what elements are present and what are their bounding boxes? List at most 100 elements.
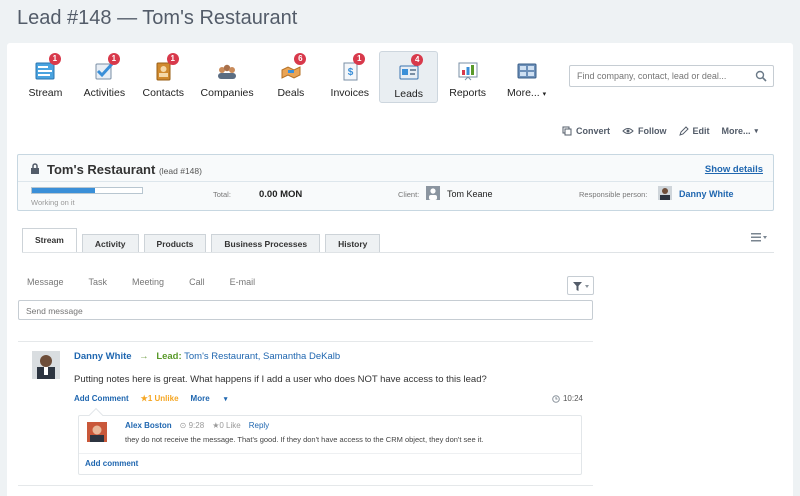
add-comment-link[interactable]: Add Comment <box>74 394 129 403</box>
nav-label-more: More... ▾ <box>497 87 556 99</box>
nav-item-more[interactable]: More... ▾ <box>497 51 556 103</box>
convert-icon <box>562 126 572 136</box>
nav-label-stream: Stream <box>28 87 63 99</box>
chevron-down-icon: ▾ <box>223 396 228 403</box>
post-author[interactable]: Danny White <box>74 351 132 362</box>
more-icon <box>517 63 537 79</box>
nav-label-companies: Companies <box>200 87 254 99</box>
deals-badge: 6 <box>294 53 307 65</box>
page-title: Lead #148 — Tom's Restaurant <box>17 7 298 29</box>
svg-text:$: $ <box>348 67 354 78</box>
nav-item-companies[interactable]: Companies <box>193 51 262 103</box>
post-more-text: More <box>190 394 210 403</box>
status-label: Working on it <box>31 198 75 207</box>
main-card: 1 Stream 1 Activities 1 Contacts Compani… <box>7 43 793 496</box>
comment-text: they do not receive the message. That's … <box>125 435 484 444</box>
composer-tab-message[interactable]: Message <box>27 277 64 287</box>
menu-icon[interactable] <box>751 231 767 243</box>
nav-label-contacts: Contacts <box>142 87 184 99</box>
nav-item-activities[interactable]: 1 Activities <box>75 51 134 103</box>
add-comment-bottom-link[interactable]: Add comment <box>85 459 138 468</box>
post-lead-link[interactable]: Tom's Restaurant, Samantha DeKalb <box>184 351 340 362</box>
feed-divider <box>18 341 593 342</box>
composer-tab-meeting[interactable]: Meeting <box>132 277 164 287</box>
post-more-link[interactable]: More ▾ <box>191 394 240 403</box>
arrow-right-icon: → <box>139 351 149 362</box>
convert-button[interactable]: Convert <box>562 126 610 136</box>
client-value[interactable]: Tom Keane <box>447 189 493 199</box>
avatar[interactable] <box>87 422 107 442</box>
filter-icon <box>573 282 589 291</box>
eye-icon <box>622 128 634 134</box>
composer-tab-email[interactable]: E-mail <box>230 277 256 287</box>
responsible-value[interactable]: Danny White <box>679 189 734 199</box>
reply-link[interactable]: Reply <box>249 421 269 430</box>
post-time-value: 10:24 <box>562 394 583 403</box>
lead-tabs: Stream Activity Products Business Proces… <box>22 228 385 252</box>
status-progress-bar[interactable] <box>31 187 143 194</box>
search-input[interactable] <box>570 66 750 86</box>
comment-divider <box>79 453 581 454</box>
activities-badge: 1 <box>107 53 120 65</box>
comment-like-link[interactable]: ★0 Like <box>212 421 241 430</box>
lead-actions: Convert Follow Edit More... ▾ <box>550 126 758 136</box>
client-avatar-icon <box>426 186 440 200</box>
top-navigation: 1 Stream 1 Activities 1 Contacts Compani… <box>16 51 556 105</box>
progress-fill <box>32 188 95 193</box>
post-header: Danny White → Lead: Tom's Restaurant, Sa… <box>74 351 340 362</box>
tab-activity[interactable]: Activity <box>81 234 139 252</box>
follow-button[interactable]: Follow <box>622 126 667 136</box>
send-message-input[interactable] <box>19 302 592 320</box>
composer-tab-call[interactable]: Call <box>189 277 205 287</box>
nav-more-text: More... <box>506 87 540 99</box>
feed-bottom-divider <box>18 485 593 486</box>
nav-item-deals[interactable]: 6 Deals <box>261 51 320 103</box>
nav-item-reports[interactable]: Reports <box>438 51 497 103</box>
responsible-label: Responsible person: <box>579 190 648 199</box>
nav-item-contacts[interactable]: 1 Contacts <box>134 51 193 103</box>
lead-summary: Tom's Restaurant (lead #148) Show detail… <box>17 154 774 211</box>
composer-tab-task[interactable]: Task <box>89 277 108 287</box>
edit-label: Edit <box>692 126 710 136</box>
nav-item-invoices[interactable]: $ 1 Invoices <box>320 51 379 103</box>
lead-title: Tom's Restaurant (lead #148) <box>47 162 202 177</box>
search-icon[interactable] <box>755 70 767 82</box>
avatar[interactable] <box>32 351 60 379</box>
unlike-link[interactable]: ★1 Unlike <box>141 394 179 403</box>
filter-button[interactable] <box>567 276 594 295</box>
total-label: Total: <box>213 190 231 199</box>
nav-label-reports: Reports <box>449 87 487 99</box>
comments-caret <box>88 407 104 423</box>
nav-label-invoices: Invoices <box>330 87 370 99</box>
comments-block: Alex Boston ⊙ 9:28 ★0 Like Reply they do… <box>78 407 582 475</box>
more-actions-button[interactable]: More... ▾ <box>722 126 759 136</box>
tab-business-processes[interactable]: Business Processes <box>211 234 321 252</box>
show-details-link[interactable]: Show details <box>705 164 763 175</box>
tab-history[interactable]: History <box>325 234 381 252</box>
composer-tabs: Message Task Meeting Call E-mail <box>27 277 280 287</box>
lead-header: Tom's Restaurant (lead #148) Show detail… <box>18 155 773 182</box>
chevron-down-icon: ▾ <box>754 128 759 135</box>
send-message-field[interactable] <box>18 300 593 320</box>
nav-label-leads: Leads <box>394 88 424 100</box>
global-search[interactable] <box>569 65 774 87</box>
chevron-down-icon: ▾ <box>542 91 547 98</box>
comment-author[interactable]: Alex Boston <box>125 421 172 430</box>
tab-products[interactable]: Products <box>143 234 207 252</box>
clock-icon <box>552 394 560 403</box>
post-lead-label: Lead: <box>156 351 182 362</box>
post-actions: Add Comment ★1 Unlike More ▾ <box>74 394 251 403</box>
tabs-divider <box>22 252 774 253</box>
post-text: Putting notes here is great. What happen… <box>74 374 487 385</box>
companies-icon <box>218 64 237 79</box>
nav-item-leads[interactable]: 4 Leads <box>379 51 439 103</box>
reports-icon <box>458 62 478 81</box>
contacts-badge: 1 <box>166 53 179 65</box>
post-time: 10:24 <box>552 394 583 403</box>
more-actions-label: More... <box>721 126 751 136</box>
nav-item-stream[interactable]: 1 Stream <box>16 51 75 103</box>
tab-stream[interactable]: Stream <box>22 228 77 252</box>
lead-name: Tom's Restaurant <box>47 162 156 177</box>
comment-header: Alex Boston ⊙ 9:28 ★0 Like Reply <box>125 421 269 430</box>
edit-button[interactable]: Edit <box>678 126 710 136</box>
